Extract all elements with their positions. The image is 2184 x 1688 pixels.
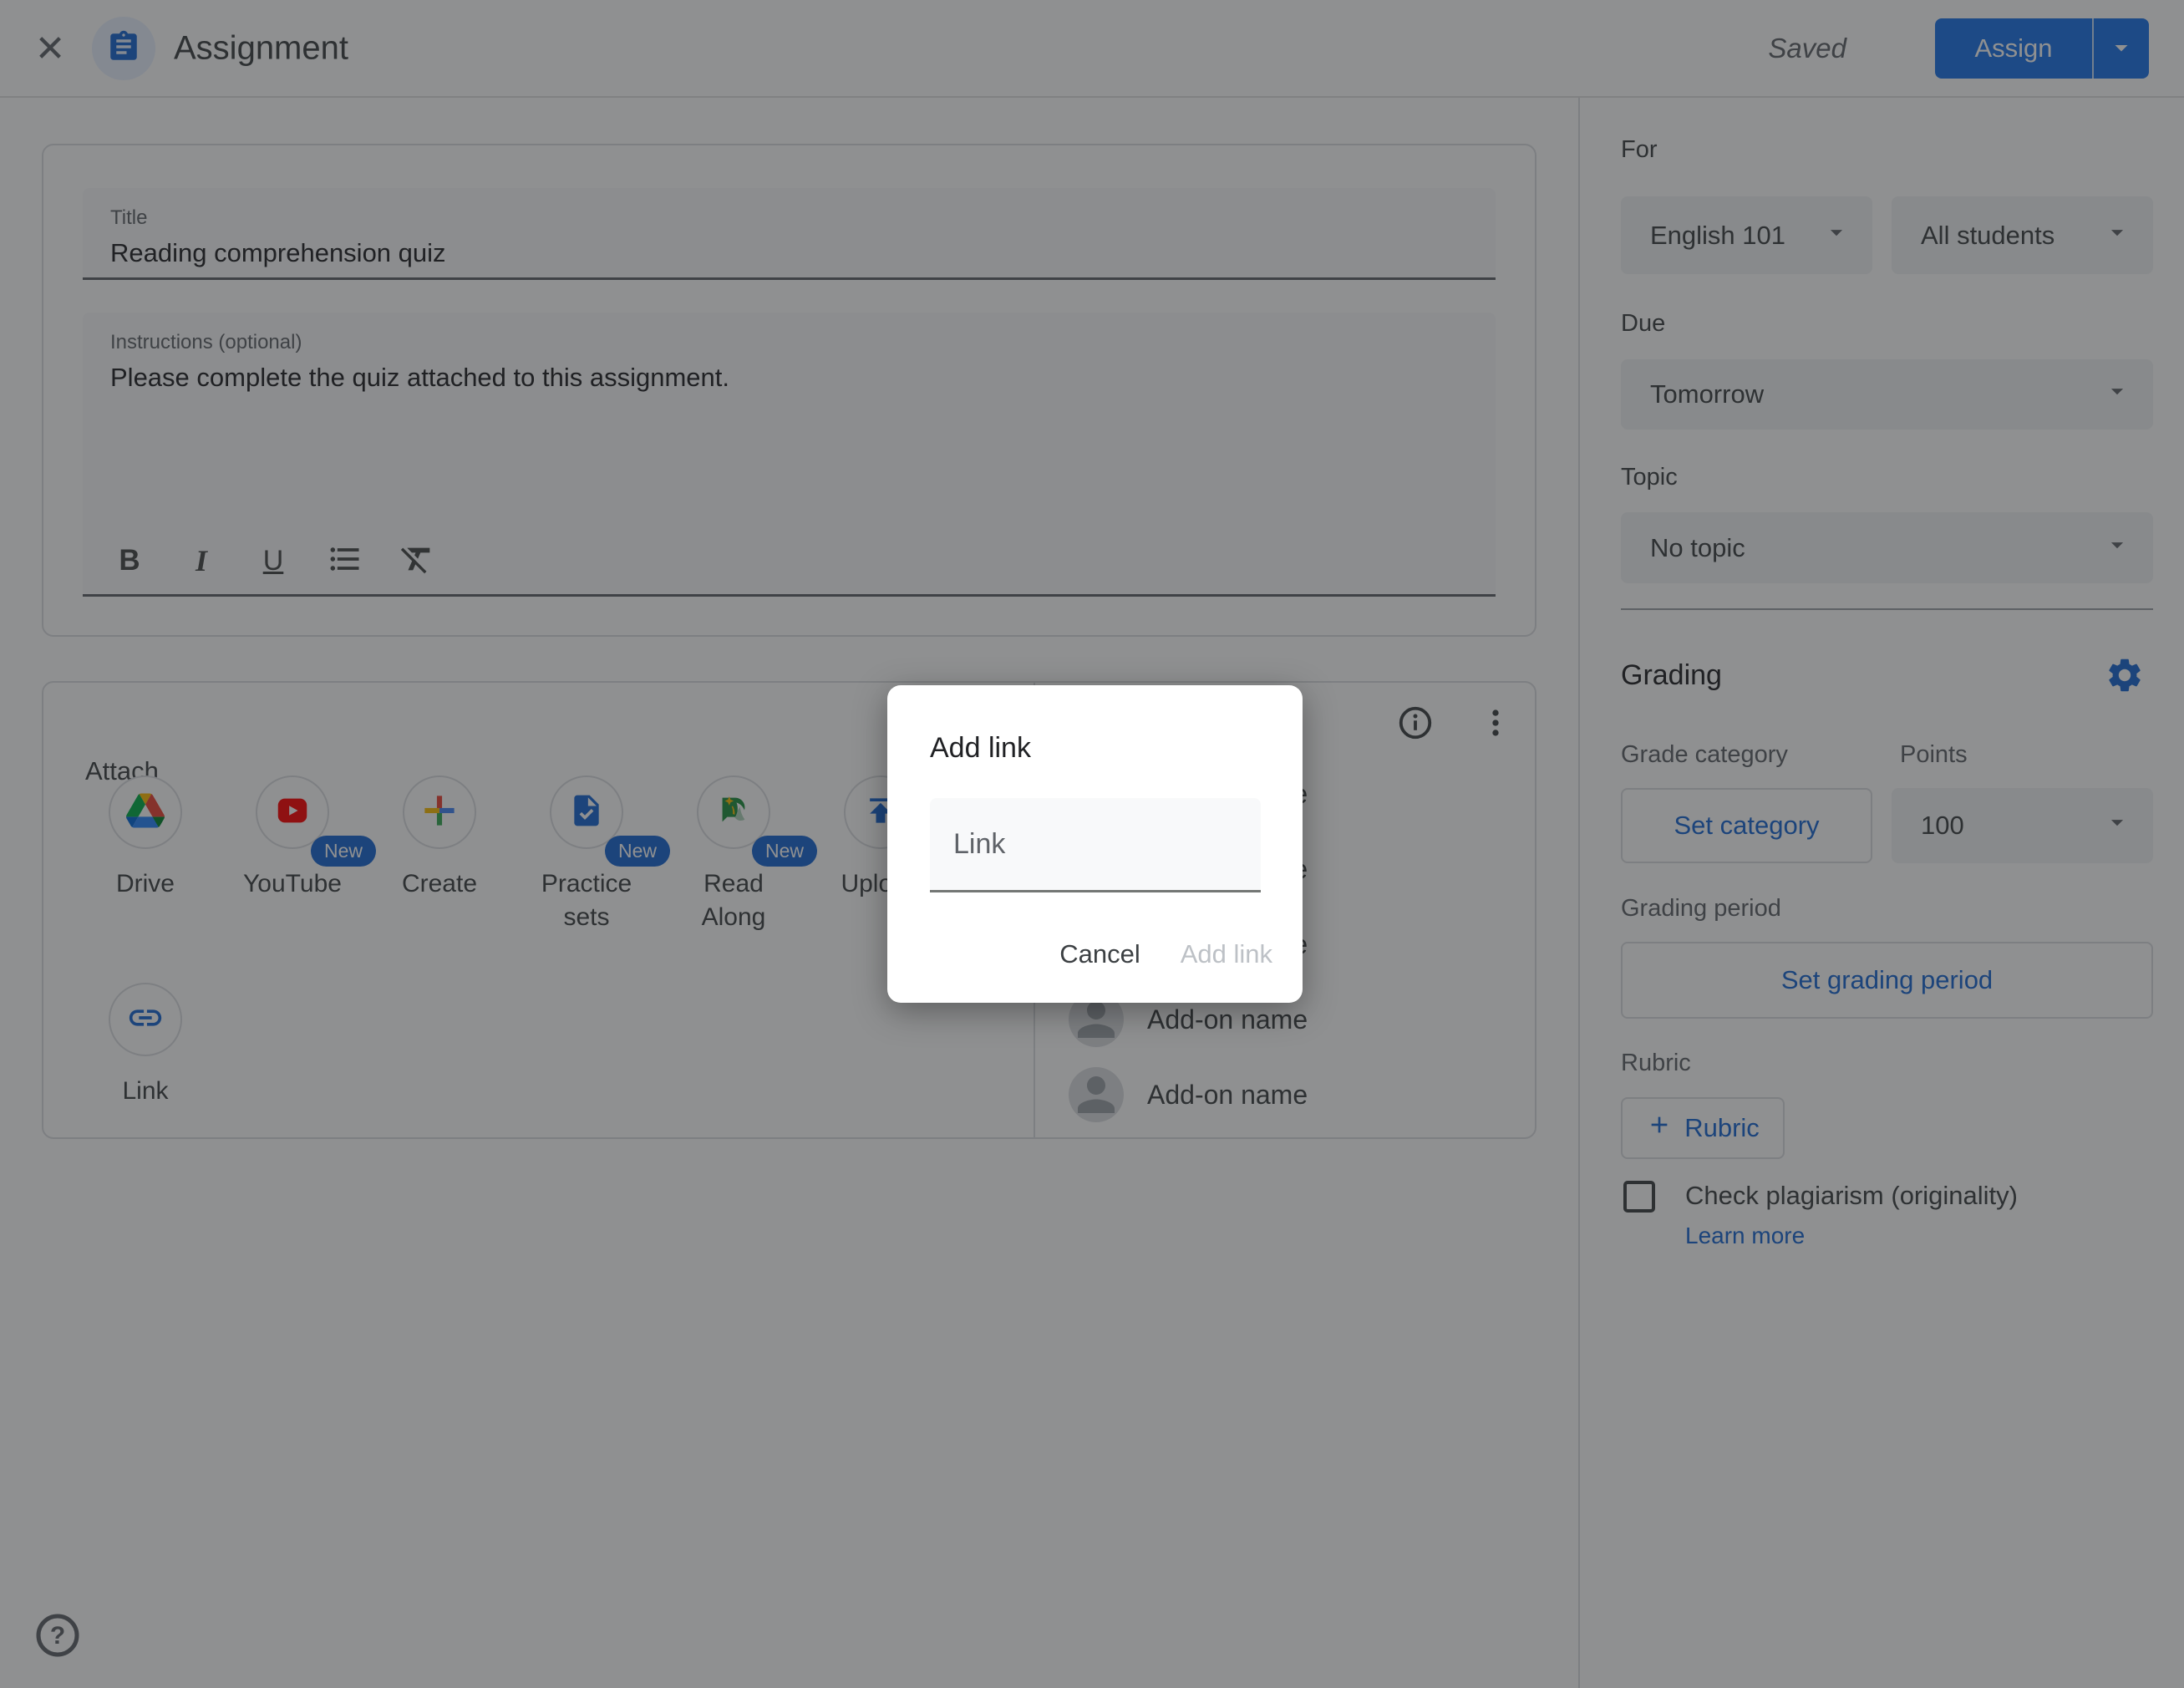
dialog-title: Add link (930, 732, 1031, 764)
link-input-field (930, 798, 1261, 892)
add-link-button[interactable]: Add link (1181, 939, 1272, 969)
link-input[interactable] (930, 798, 1261, 890)
dialog-actions: Cancel Add link (1059, 939, 1272, 969)
add-link-dialog: Add link Cancel Add link (887, 685, 1303, 1003)
cancel-button[interactable]: Cancel (1059, 939, 1140, 969)
